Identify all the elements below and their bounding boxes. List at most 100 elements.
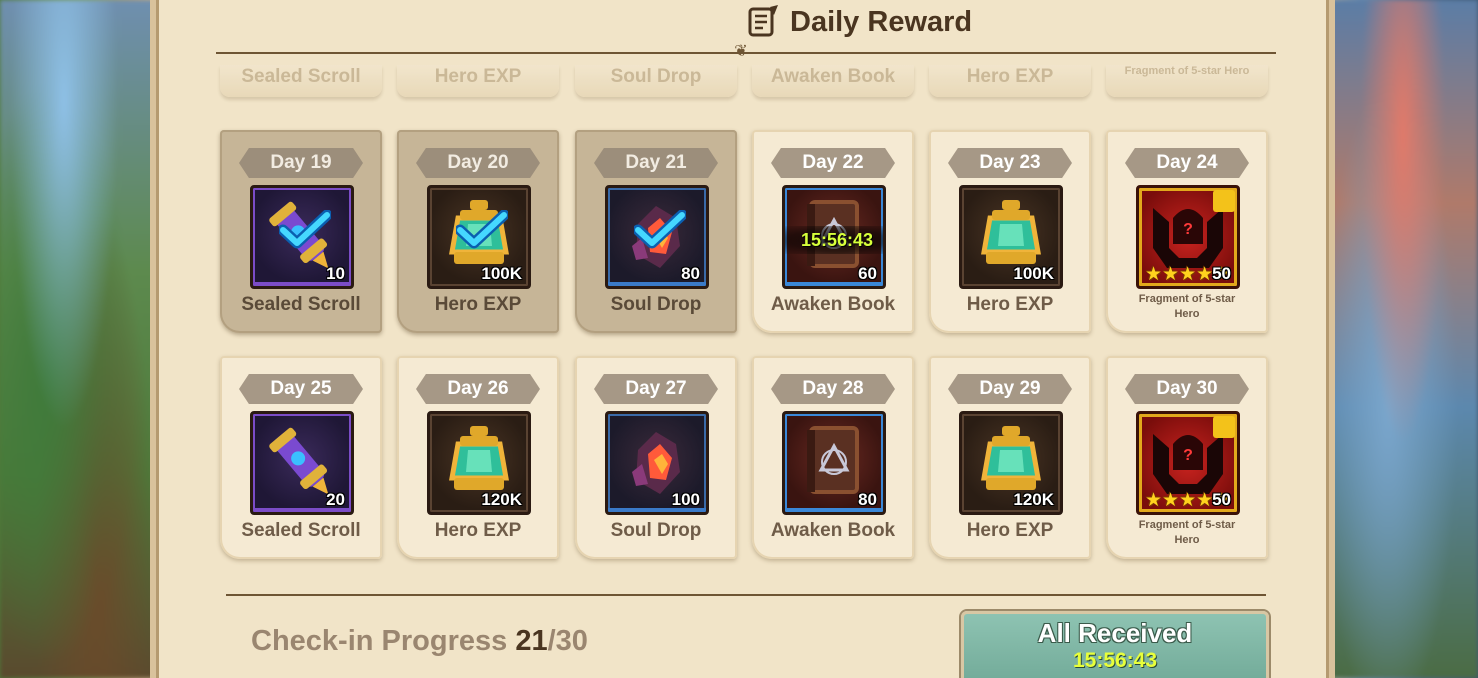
item-quantity: 120K (481, 490, 522, 509)
day-label: Day 24 (1125, 148, 1249, 178)
reward-card-day-29[interactable]: Day 29 120K Hero EXP (929, 356, 1091, 559)
item-quantity: 50 (1212, 490, 1231, 509)
reward-card-day-30[interactable]: Day 30? ★ ★ ★ ★ ★ 50 Fragment of 5-star Hero (1106, 356, 1268, 559)
reward-card-day-25[interactable]: Day 25 20 Sealed Scroll (220, 356, 382, 559)
background-left (0, 0, 160, 678)
previous-reward-chip: Sealed Scroll (220, 65, 382, 97)
star-icon: ★ (1179, 489, 1197, 511)
item-name: Fragment of 5-star Hero (1138, 293, 1236, 320)
day-label: Day 25 (239, 374, 363, 404)
reward-card-day-26[interactable]: Day 26 120K Hero EXP (397, 356, 559, 559)
reward-item-slot[interactable]: 80 (605, 185, 709, 289)
reward-card-day-24[interactable]: Day 24? ★ ★ ★ ★ ★ 50 Fragment of 5-star Hero (1106, 130, 1268, 333)
claimed-check-icon (279, 210, 331, 250)
all-received-label: All Received (1037, 618, 1193, 648)
reward-card-day-22[interactable]: Day 22 15:56:43 60 Awaken Book (752, 130, 914, 333)
day-label: Day 19 (239, 148, 363, 178)
reward-card-day-19[interactable]: Day 19 10 Sealed Scroll (220, 130, 382, 333)
puzzle-piece-icon (1213, 416, 1235, 438)
item-name: Awaken Book (770, 294, 896, 315)
item-name: Sealed Scroll (241, 294, 361, 315)
previous-reward-chip: Soul Drop (575, 65, 737, 97)
reward-card-day-20[interactable]: Day 20 100K Hero EXP (397, 130, 559, 333)
item-quantity: 120K (1013, 490, 1054, 509)
item-name: Awaken Book (770, 520, 896, 541)
item-quantity: 100 (671, 490, 700, 509)
claimed-check-icon (634, 210, 686, 250)
day-label: Day 26 (416, 374, 540, 404)
reward-card-day-21[interactable]: Day 21 80 Soul Drop (575, 130, 737, 333)
svg-text:?: ? (1183, 447, 1193, 464)
day-label: Day 21 (594, 148, 718, 178)
reward-item-slot[interactable]: 100K (427, 185, 531, 289)
progress-label: Check-in Progress (251, 625, 508, 657)
previous-reward-label: Fragment of 5-star Hero (1124, 65, 1250, 77)
item-quantity: 80 (858, 490, 877, 509)
reward-item-slot[interactable]: 80 (782, 411, 886, 515)
star-icon: ★ (1145, 489, 1163, 511)
previous-reward-chip: Fragment of 5-star Hero (1106, 65, 1268, 97)
day-label: Day 28 (771, 374, 895, 404)
previous-reward-label: Sealed Scroll (241, 66, 361, 87)
item-quantity: 100K (481, 264, 522, 283)
day-label: Day 20 (416, 148, 540, 178)
item-name: Hero EXP (434, 520, 522, 541)
star-icon: ★ (1162, 489, 1180, 511)
reward-item-slot[interactable]: ? ★ ★ ★ ★ ★ 50 (1136, 411, 1240, 515)
day-label: Day 22 (771, 148, 895, 178)
star-icon: ★ (1196, 263, 1214, 285)
title-text: Daily Reward (790, 5, 973, 38)
day-label: Day 23 (948, 148, 1072, 178)
reward-card-day-23[interactable]: Day 23 100K Hero EXP (929, 130, 1091, 333)
item-quantity: 80 (681, 264, 700, 283)
item-name: Fragment of 5-star Hero (1138, 519, 1236, 546)
reward-item-slot[interactable]: ? ★ ★ ★ ★ ★ 50 (1136, 185, 1240, 289)
puzzle-piece-icon (1213, 190, 1235, 212)
item-name: Soul Drop (610, 294, 702, 315)
previous-reward-chip: Awaken Book (752, 65, 914, 97)
reward-item-slot[interactable]: 100K (959, 185, 1063, 289)
previous-row: Sealed Scroll Hero EXP Soul Drop Awaken Boo… (156, 65, 1329, 105)
star-icon: ★ (1162, 263, 1180, 285)
svg-text:?: ? (1183, 221, 1193, 238)
reward-card-day-27[interactable]: Day 27 100 Soul Drop (575, 356, 737, 559)
item-quantity: 10 (326, 264, 345, 283)
progress-total: /30 (547, 625, 588, 657)
background-right (1328, 0, 1478, 678)
item-name: Hero EXP (434, 294, 522, 315)
item-name: Sealed Scroll (241, 520, 361, 541)
progress-current: 21 (515, 625, 548, 657)
reward-card-day-28[interactable]: Day 28 80 Awaken Book (752, 356, 914, 559)
day-label: Day 30 (1125, 374, 1249, 404)
item-name: Soul Drop (610, 520, 702, 541)
previous-reward-chip: Hero EXP (929, 65, 1091, 97)
reward-item-slot[interactable]: 100 (605, 411, 709, 515)
previous-reward-chip: Hero EXP (397, 65, 559, 97)
day-label: Day 29 (948, 374, 1072, 404)
day-label: Day 27 (594, 374, 718, 404)
scroll-quill-icon (744, 3, 782, 41)
reward-item-slot[interactable]: 120K (959, 411, 1063, 515)
reward-item-slot[interactable]: 120K (427, 411, 531, 515)
item-name: Hero EXP (966, 520, 1054, 541)
ornament-icon: ❦ (734, 41, 748, 60)
star-icon: ★ (1145, 263, 1163, 285)
countdown-timer: 15:56:43 (785, 226, 883, 254)
all-received-timer: 15:56:43 (1072, 649, 1158, 672)
item-quantity: 50 (1212, 264, 1231, 283)
reward-item-slot[interactable]: 20 (250, 411, 354, 515)
previous-reward-label: Awaken Book (770, 66, 896, 87)
reward-item-slot[interactable]: 10 (250, 185, 354, 289)
claimed-check-icon (456, 210, 508, 250)
all-received-button[interactable]: All Received 15:56:43 (961, 611, 1269, 678)
previous-reward-label: Hero EXP (434, 66, 522, 87)
item-name: Hero EXP (966, 294, 1054, 315)
item-quantity: 60 (858, 264, 877, 283)
item-quantity: 20 (326, 490, 345, 509)
star-icon: ★ (1179, 263, 1197, 285)
reward-item-slot[interactable]: 15:56:43 60 (782, 185, 886, 289)
star-icon: ★ (1196, 489, 1214, 511)
item-quantity: 100K (1013, 264, 1054, 283)
daily-reward-panel: Daily Reward ❦ Sealed Scroll Hero EXP Soul… (150, 0, 1335, 678)
title-bar: Daily Reward ❦ (156, 0, 1329, 60)
